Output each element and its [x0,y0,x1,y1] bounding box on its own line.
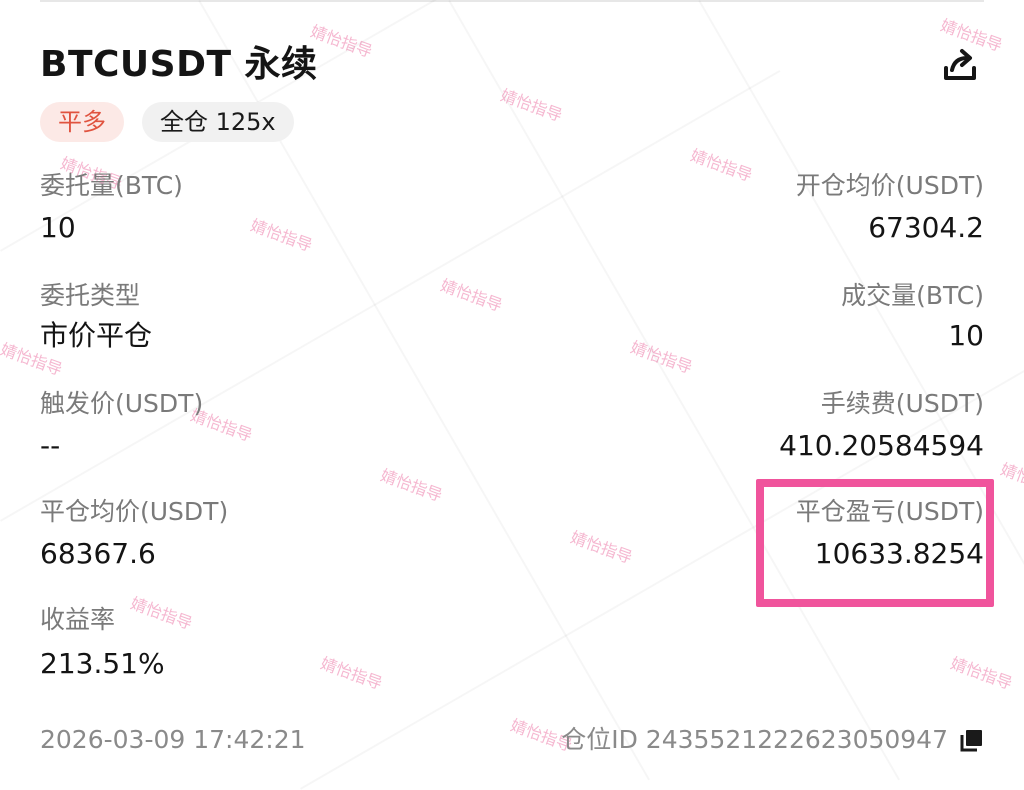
watermark-text: 婧怡指导 [378,465,445,506]
fee-label: 手续费(USDT) [820,389,984,418]
margin-mode-tag: 全仓 125x [142,102,294,142]
pnl-highlight-box [756,479,994,607]
close-avg-label: 平仓均价(USDT) [40,497,229,526]
order-qty-label: 委托量(BTC) [40,171,183,200]
copy-icon [960,730,982,752]
watermark-text: 婧怡指导 [688,145,755,186]
watermark-text: 婧怡指导 [568,527,635,568]
watermark-text: 婧怡指导 [998,459,1024,500]
watermark-text: 婧怡指导 [438,275,505,316]
open-avg-value: 67304.2 [868,211,984,244]
side-tag: 平多 [40,102,124,142]
share-icon [944,49,976,80]
order-type-value: 市价平仓 [40,319,153,352]
filled-qty-value: 10 [948,319,984,352]
roi-value: 213.51% [40,647,165,680]
share-button[interactable] [938,44,982,88]
filled-qty-label: 成交量(BTC) [841,281,984,310]
position-id: 仓位ID 2435521222623050947 [561,725,948,754]
top-divider [40,0,984,2]
watermark-text: 婧怡指导 [128,593,195,634]
fee-value: 410.20584594 [779,429,984,462]
close-avg-value: 68367.6 [40,537,156,570]
page-title: BTCUSDT 永续 [40,44,318,85]
trigger-price-value: -- [40,429,61,462]
watermark-text: 婧怡指导 [248,215,315,256]
copy-button[interactable] [958,728,984,754]
watermark-text: 婧怡指导 [628,337,695,378]
order-type-label: 委托类型 [40,281,141,310]
watermark-text: 婧怡指导 [308,21,375,62]
open-avg-label: 开仓均价(USDT) [795,171,984,200]
watermark-text: 婧怡指导 [498,85,565,126]
trigger-price-label: 触发价(USDT) [40,389,204,418]
watermark-text: 婧怡指导 [948,653,1015,694]
roi-label: 收益率 [40,605,116,634]
timestamp: 2026-03-09 17:42:21 [40,725,306,754]
order-qty-value: 10 [40,211,76,244]
watermark-text: 婧怡指导 [318,653,385,694]
